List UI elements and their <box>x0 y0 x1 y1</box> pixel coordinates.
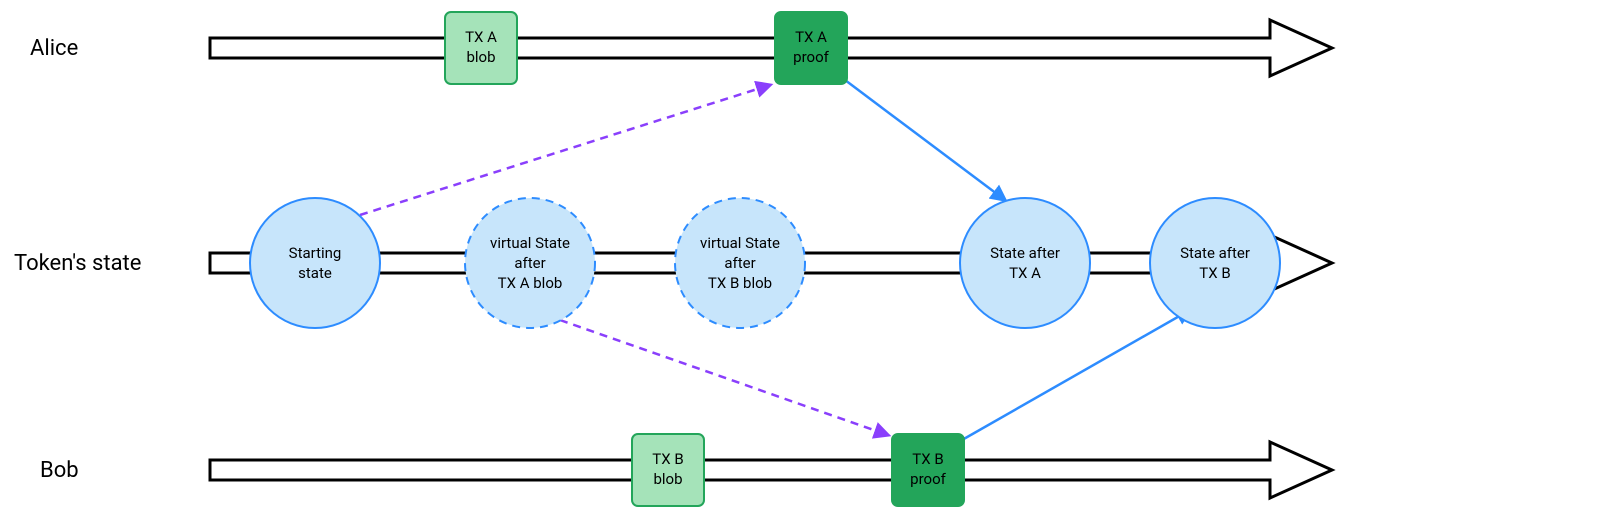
txa-blob-line1: TX A <box>465 28 497 46</box>
lane-label-bob: Bob <box>40 458 79 483</box>
txb-blob-box: TX B blob <box>632 434 704 506</box>
txa-blob-box: TX A blob <box>445 12 517 84</box>
state-vb-l1: virtual State <box>700 234 780 252</box>
state-starting-l2: state <box>298 264 332 282</box>
state-after-b: State after TX B <box>1150 198 1280 328</box>
state-va-l3: TX A blob <box>498 274 563 292</box>
arrow-start-to-txa-proof <box>360 85 770 215</box>
state-va-l2: after <box>514 254 545 272</box>
state-vb-l2: after <box>724 254 755 272</box>
txb-blob-line2: blob <box>653 470 682 488</box>
state-aa-l2: TX A <box>1009 264 1041 282</box>
txb-blob-line1: TX B <box>652 450 683 468</box>
txa-blob-line2: blob <box>466 48 495 66</box>
txa-proof-line1: TX A <box>795 28 827 46</box>
state-vb-l3: TX B blob <box>708 274 772 292</box>
txa-proof-line2: proof <box>793 48 829 66</box>
txb-proof-line1: TX B <box>912 450 943 468</box>
state-aa-l1: State after <box>990 244 1060 262</box>
state-ab-l1: State after <box>1180 244 1250 262</box>
timeline-bob <box>210 442 1332 498</box>
state-after-a: State after TX A <box>960 198 1090 328</box>
state-starting-l1: Starting <box>289 244 342 262</box>
timeline-alice <box>210 20 1332 76</box>
txb-proof-box: TX B proof <box>892 434 964 506</box>
arrow-txb-proof-to-state-b <box>962 310 1190 440</box>
state-virtual-a: virtual State after TX A blob <box>465 198 595 328</box>
state-starting: Starting state <box>250 198 380 328</box>
state-ab-l2: TX B <box>1199 264 1230 282</box>
state-virtual-b: virtual State after TX B blob <box>675 198 805 328</box>
state-va-l1: virtual State <box>490 234 570 252</box>
txb-proof-line2: proof <box>910 470 946 488</box>
diagram-root: Alice Token's state Bob TX A blob TX A p… <box>0 0 1600 527</box>
arrow-txa-proof-to-state-a <box>845 80 1005 200</box>
txa-proof-box: TX A proof <box>775 12 847 84</box>
lane-label-alice: Alice <box>30 36 78 61</box>
lane-label-token: Token's state <box>14 251 141 276</box>
arrow-vstate-a-to-txb-proof <box>560 320 888 435</box>
